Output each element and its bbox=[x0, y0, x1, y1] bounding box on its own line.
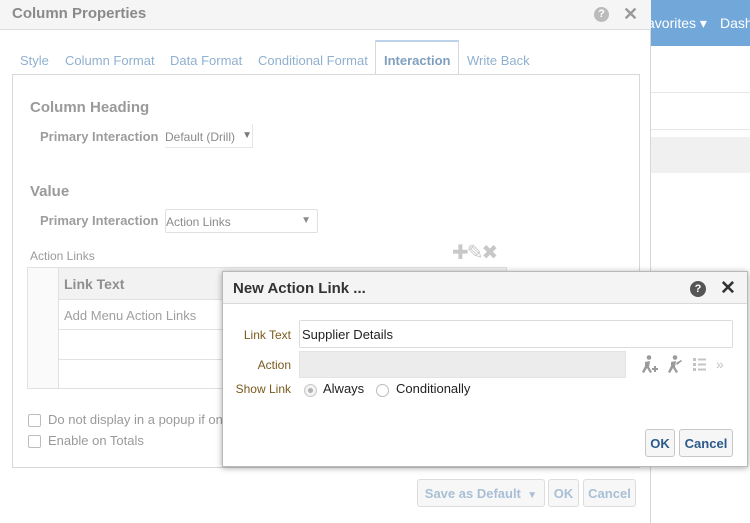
help-icon[interactable]: ? bbox=[690, 281, 706, 297]
dialog-title: New Action Link ... bbox=[233, 280, 366, 297]
ok-button[interactable]: OK bbox=[548, 479, 579, 507]
action-links-toolbar: ✚✎✖ bbox=[452, 240, 499, 265]
tab-data-format[interactable]: Data Format bbox=[170, 40, 242, 75]
enable-totals-checkbox[interactable] bbox=[28, 435, 41, 448]
tab-style[interactable]: Style bbox=[20, 40, 49, 75]
action-field[interactable] bbox=[299, 351, 626, 378]
cancel-button[interactable]: Cancel bbox=[679, 429, 733, 457]
dashboards-menu[interactable]: Dash bbox=[720, 15, 750, 31]
tab-write-back[interactable]: Write Back bbox=[467, 40, 530, 75]
heading-primary-interaction-select[interactable]: Default (Drill) ▼ bbox=[165, 124, 253, 148]
background-divider bbox=[650, 92, 750, 93]
value-primary-interaction-select[interactable]: Action Links ▼ bbox=[165, 209, 318, 233]
chevron-down-icon: ▼ bbox=[242, 130, 252, 141]
always-radio-label: Always bbox=[323, 381, 365, 396]
save-as-default-button[interactable]: Save as Default ▼ bbox=[417, 479, 545, 507]
show-link-label: Show Link bbox=[235, 382, 291, 396]
table-cell: Add Menu Action Links bbox=[64, 308, 197, 323]
close-icon[interactable]: ✕ bbox=[623, 5, 638, 23]
new-action-link-dialog: New Action Link ... ? ✕ Link Text Suppli… bbox=[222, 271, 748, 467]
no-popup-checkbox[interactable] bbox=[28, 414, 41, 427]
enable-totals-label: Enable on Totals bbox=[48, 433, 144, 448]
conditionally-radio-label: Conditionally bbox=[396, 381, 471, 396]
always-radio[interactable] bbox=[304, 384, 317, 397]
chevron-double-right-icon[interactable]: » bbox=[716, 356, 724, 372]
cancel-button[interactable]: Cancel bbox=[583, 479, 636, 507]
action-links-label: Action Links bbox=[30, 249, 95, 263]
link-text-input[interactable]: Supplier Details bbox=[299, 320, 733, 348]
link-text-label: Link Text bbox=[243, 328, 291, 342]
create-action-icon[interactable] bbox=[642, 355, 658, 373]
ok-button[interactable]: OK bbox=[645, 429, 675, 457]
row-selector-column bbox=[28, 268, 59, 388]
tab-conditional-format[interactable]: Conditional Format bbox=[258, 40, 368, 75]
heading-primary-interaction-label: Primary Interaction bbox=[40, 129, 159, 144]
background-row bbox=[650, 137, 750, 173]
save-as-default-label: Save as Default bbox=[424, 486, 521, 501]
dialog-title: Column Properties bbox=[12, 5, 147, 22]
value-interaction-value: Action Links bbox=[166, 215, 231, 229]
dialog-titlebar: New Action Link ... ? ✕ bbox=[223, 272, 747, 304]
tab-interaction[interactable]: Interaction bbox=[375, 40, 460, 75]
tab-column-format[interactable]: Column Format bbox=[65, 40, 155, 75]
action-icons: » bbox=[637, 354, 727, 376]
chevron-down-icon: ▼ bbox=[524, 490, 538, 501]
value-primary-interaction-label: Primary Interaction bbox=[40, 213, 159, 228]
app-header: avorites ▾ Dash bbox=[640, 0, 750, 46]
edit-icon[interactable]: ✎ bbox=[467, 242, 484, 264]
value-title: Value bbox=[30, 183, 70, 200]
favorites-menu[interactable]: avorites ▾ bbox=[647, 15, 707, 32]
delete-icon[interactable]: ✖ bbox=[482, 242, 499, 264]
action-label: Action bbox=[257, 358, 291, 372]
no-popup-label: Do not display in a popup if onl bbox=[48, 412, 226, 427]
background-divider bbox=[650, 129, 750, 130]
conditionally-radio[interactable] bbox=[376, 384, 389, 397]
close-icon[interactable]: ✕ bbox=[720, 279, 736, 298]
dialog-titlebar: Column Properties ? ✕ bbox=[0, 0, 651, 30]
action-icon-set: » bbox=[642, 355, 724, 373]
column-header-link-text: Link Text bbox=[64, 276, 125, 292]
chevron-down-icon: ▼ bbox=[301, 215, 311, 226]
add-icon[interactable]: ✚ bbox=[452, 242, 469, 264]
list-icon[interactable] bbox=[693, 358, 706, 371]
column-heading-title: Column Heading bbox=[30, 99, 150, 116]
help-icon[interactable]: ? bbox=[594, 7, 609, 22]
heading-interaction-value: Default (Drill) bbox=[165, 130, 236, 144]
select-action-icon[interactable] bbox=[668, 355, 682, 373]
